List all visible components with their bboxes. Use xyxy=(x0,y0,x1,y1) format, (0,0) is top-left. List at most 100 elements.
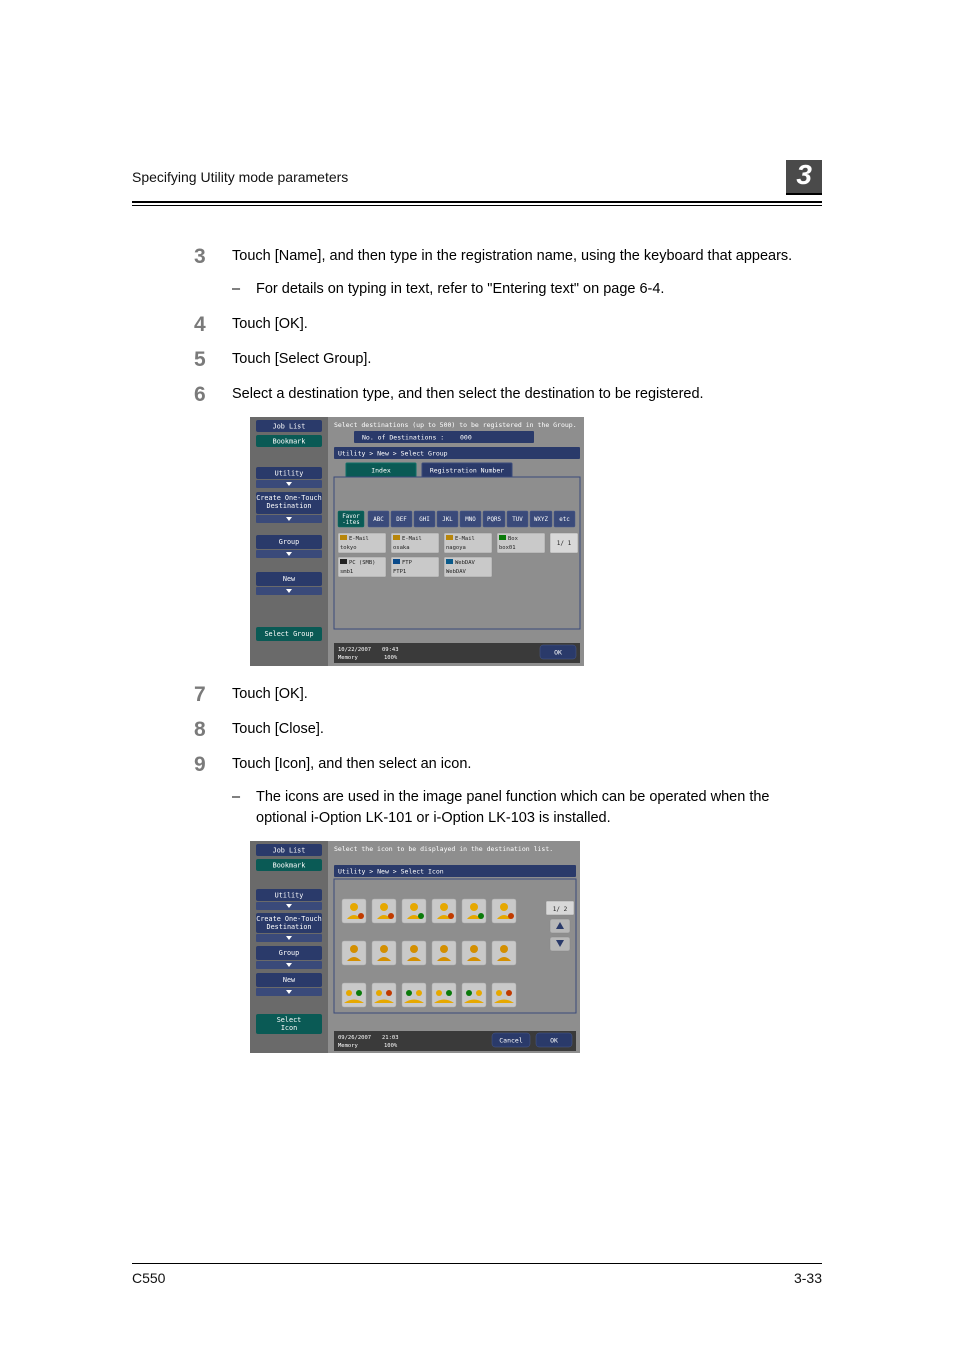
svg-text:ABC: ABC xyxy=(373,517,384,523)
svg-text:Utility > New > Select Icon: Utility > New > Select Icon xyxy=(338,867,444,875)
svg-text:Cancel: Cancel xyxy=(499,1036,523,1044)
page-up-button[interactable] xyxy=(550,919,570,933)
page: Specifying Utility mode parameters 3 3 T… xyxy=(0,0,954,1350)
icon-group-6[interactable] xyxy=(492,983,516,1007)
svg-text:Destination: Destination xyxy=(266,502,311,510)
sidebar-job-list[interactable]: Job List xyxy=(256,844,322,856)
icon-person-7[interactable] xyxy=(342,941,366,965)
sidebar-new-arrow xyxy=(256,587,322,595)
page-indicator: 1/ 2 xyxy=(546,901,574,915)
icon-group-3[interactable] xyxy=(402,983,426,1007)
dest-smb1[interactable]: PC (SMB) smb1 xyxy=(338,557,386,577)
dest-box01[interactable]: Box box01 xyxy=(497,533,545,553)
icon-person-2[interactable] xyxy=(372,899,396,923)
icon-person-4[interactable] xyxy=(432,899,456,923)
sidebar-create-arrow xyxy=(256,515,322,523)
svg-text:OK: OK xyxy=(554,648,562,656)
ok-button[interactable]: OK xyxy=(540,645,576,659)
sidebar-group[interactable]: Group xyxy=(256,535,322,549)
index-mno[interactable]: MNO xyxy=(460,511,481,527)
dest-nagoya[interactable]: E-Mail nagoya xyxy=(444,533,492,553)
sidebar-new[interactable]: New xyxy=(256,973,322,987)
step-number: 8 xyxy=(194,715,206,745)
svg-text:TUV: TUV xyxy=(512,517,523,523)
svg-text:10/22/2007: 10/22/2007 xyxy=(338,647,371,653)
page-indicator: 1/ 1 xyxy=(550,533,578,553)
index-tuv[interactable]: TUV xyxy=(507,511,528,527)
dest-ftp1[interactable]: FTP FTP1 xyxy=(391,557,439,577)
step-number: 6 xyxy=(194,380,206,410)
sidebar-select-icon[interactable]: Select Icon xyxy=(256,1014,322,1034)
icon-person-5[interactable] xyxy=(462,899,486,923)
index-ghi[interactable]: GHI xyxy=(414,511,435,527)
tab-index[interactable]: Index xyxy=(346,463,416,477)
svg-text:New: New xyxy=(283,976,296,984)
sidebar-utility[interactable]: Utility xyxy=(256,467,322,479)
svg-text:09/26/2007: 09/26/2007 xyxy=(338,1035,371,1041)
svg-text:1/ 2: 1/ 2 xyxy=(553,906,568,913)
icon-group-4[interactable] xyxy=(432,983,456,1007)
svg-text:-ites: -ites xyxy=(342,520,359,526)
icon-person-10[interactable] xyxy=(432,941,456,965)
svg-text:Box: Box xyxy=(508,536,519,542)
svg-text:JKL: JKL xyxy=(442,517,453,523)
step-text: Touch [OK]. xyxy=(232,686,308,702)
icon-person-8[interactable] xyxy=(372,941,396,965)
svg-text:FTP: FTP xyxy=(402,560,413,566)
page-footer: C550 3-33 xyxy=(0,1263,954,1286)
sidebar-job-list[interactable]: Job List xyxy=(256,420,322,432)
icon-person-12[interactable] xyxy=(492,941,516,965)
cancel-button[interactable]: Cancel xyxy=(492,1033,530,1047)
step-text: Touch [Icon], and then select an icon. xyxy=(232,756,471,772)
svg-text:nagoya: nagoya xyxy=(446,545,466,551)
icon-person-6[interactable] xyxy=(492,899,516,923)
index-etc[interactable]: etc xyxy=(554,511,575,527)
step-3-subnote: For details on typing in text, refer to … xyxy=(232,279,822,300)
icon-group-2[interactable] xyxy=(372,983,396,1007)
icon-person-9[interactable] xyxy=(402,941,426,965)
icon-person-1[interactable] xyxy=(342,899,366,923)
index-abc[interactable]: ABC xyxy=(368,511,389,527)
dest-webdav[interactable]: WebDAV WebDAV xyxy=(444,557,492,577)
dest-tokyo[interactable]: E-Mail tokyo xyxy=(338,533,386,553)
icon-person-11[interactable] xyxy=(462,941,486,965)
step-text: Touch [Close]. xyxy=(232,721,324,737)
step-number: 9 xyxy=(194,750,206,780)
index-def[interactable]: DEF xyxy=(391,511,412,527)
svg-text:Job List: Job List xyxy=(273,422,306,430)
index-jkl[interactable]: JKL xyxy=(437,511,458,527)
svg-text:GHI: GHI xyxy=(419,517,429,523)
sidebar-create-destination[interactable]: Create One-Touch Destination xyxy=(256,913,322,933)
svg-text:Bookmark: Bookmark xyxy=(273,861,306,869)
index-favorites[interactable]: Favor -ites xyxy=(338,511,364,527)
svg-text:Icon: Icon xyxy=(281,1024,297,1032)
svg-text:Bookmark: Bookmark xyxy=(273,437,306,445)
dest-osaka[interactable]: E-Mail osaka xyxy=(391,533,439,553)
sidebar-select-group[interactable]: Select Group xyxy=(256,627,322,641)
ok-button[interactable]: OK xyxy=(536,1033,572,1047)
header-title: Specifying Utility mode parameters xyxy=(132,169,348,185)
sidebar-utility[interactable]: Utility xyxy=(256,889,322,901)
svg-text:MNO: MNO xyxy=(465,517,476,523)
svg-text:E-Mail: E-Mail xyxy=(402,536,422,542)
svg-text:Job List: Job List xyxy=(273,846,306,854)
page-down-button[interactable] xyxy=(550,937,570,951)
sidebar-bookmark[interactable]: Bookmark xyxy=(256,435,322,447)
sidebar-create-destination[interactable]: Create One-Touch Destination xyxy=(256,492,322,514)
index-pqrs[interactable]: PQRS xyxy=(483,511,505,527)
icon-person-3[interactable] xyxy=(402,899,426,923)
icon-group-1[interactable] xyxy=(342,983,366,1007)
svg-text:Utility: Utility xyxy=(275,469,304,477)
icon-group-5[interactable] xyxy=(462,983,486,1007)
select-group-screenshot: Job List Bookmark Utility xyxy=(250,417,584,666)
footer-page-number: 3-33 xyxy=(794,1270,822,1286)
index-wxyz[interactable]: WXYZ xyxy=(530,511,552,527)
sidebar-bookmark[interactable]: Bookmark xyxy=(256,859,322,871)
svg-text:etc: etc xyxy=(559,517,569,523)
step-text: Touch [Select Group]. xyxy=(232,351,371,367)
sidebar-new[interactable]: New xyxy=(256,572,322,586)
body: 3 Touch [Name], and then type in the reg… xyxy=(132,246,822,1053)
sidebar-group[interactable]: Group xyxy=(256,946,322,960)
svg-text:Destination: Destination xyxy=(266,923,311,931)
tab-registration-number[interactable]: Registration Number xyxy=(422,463,512,477)
